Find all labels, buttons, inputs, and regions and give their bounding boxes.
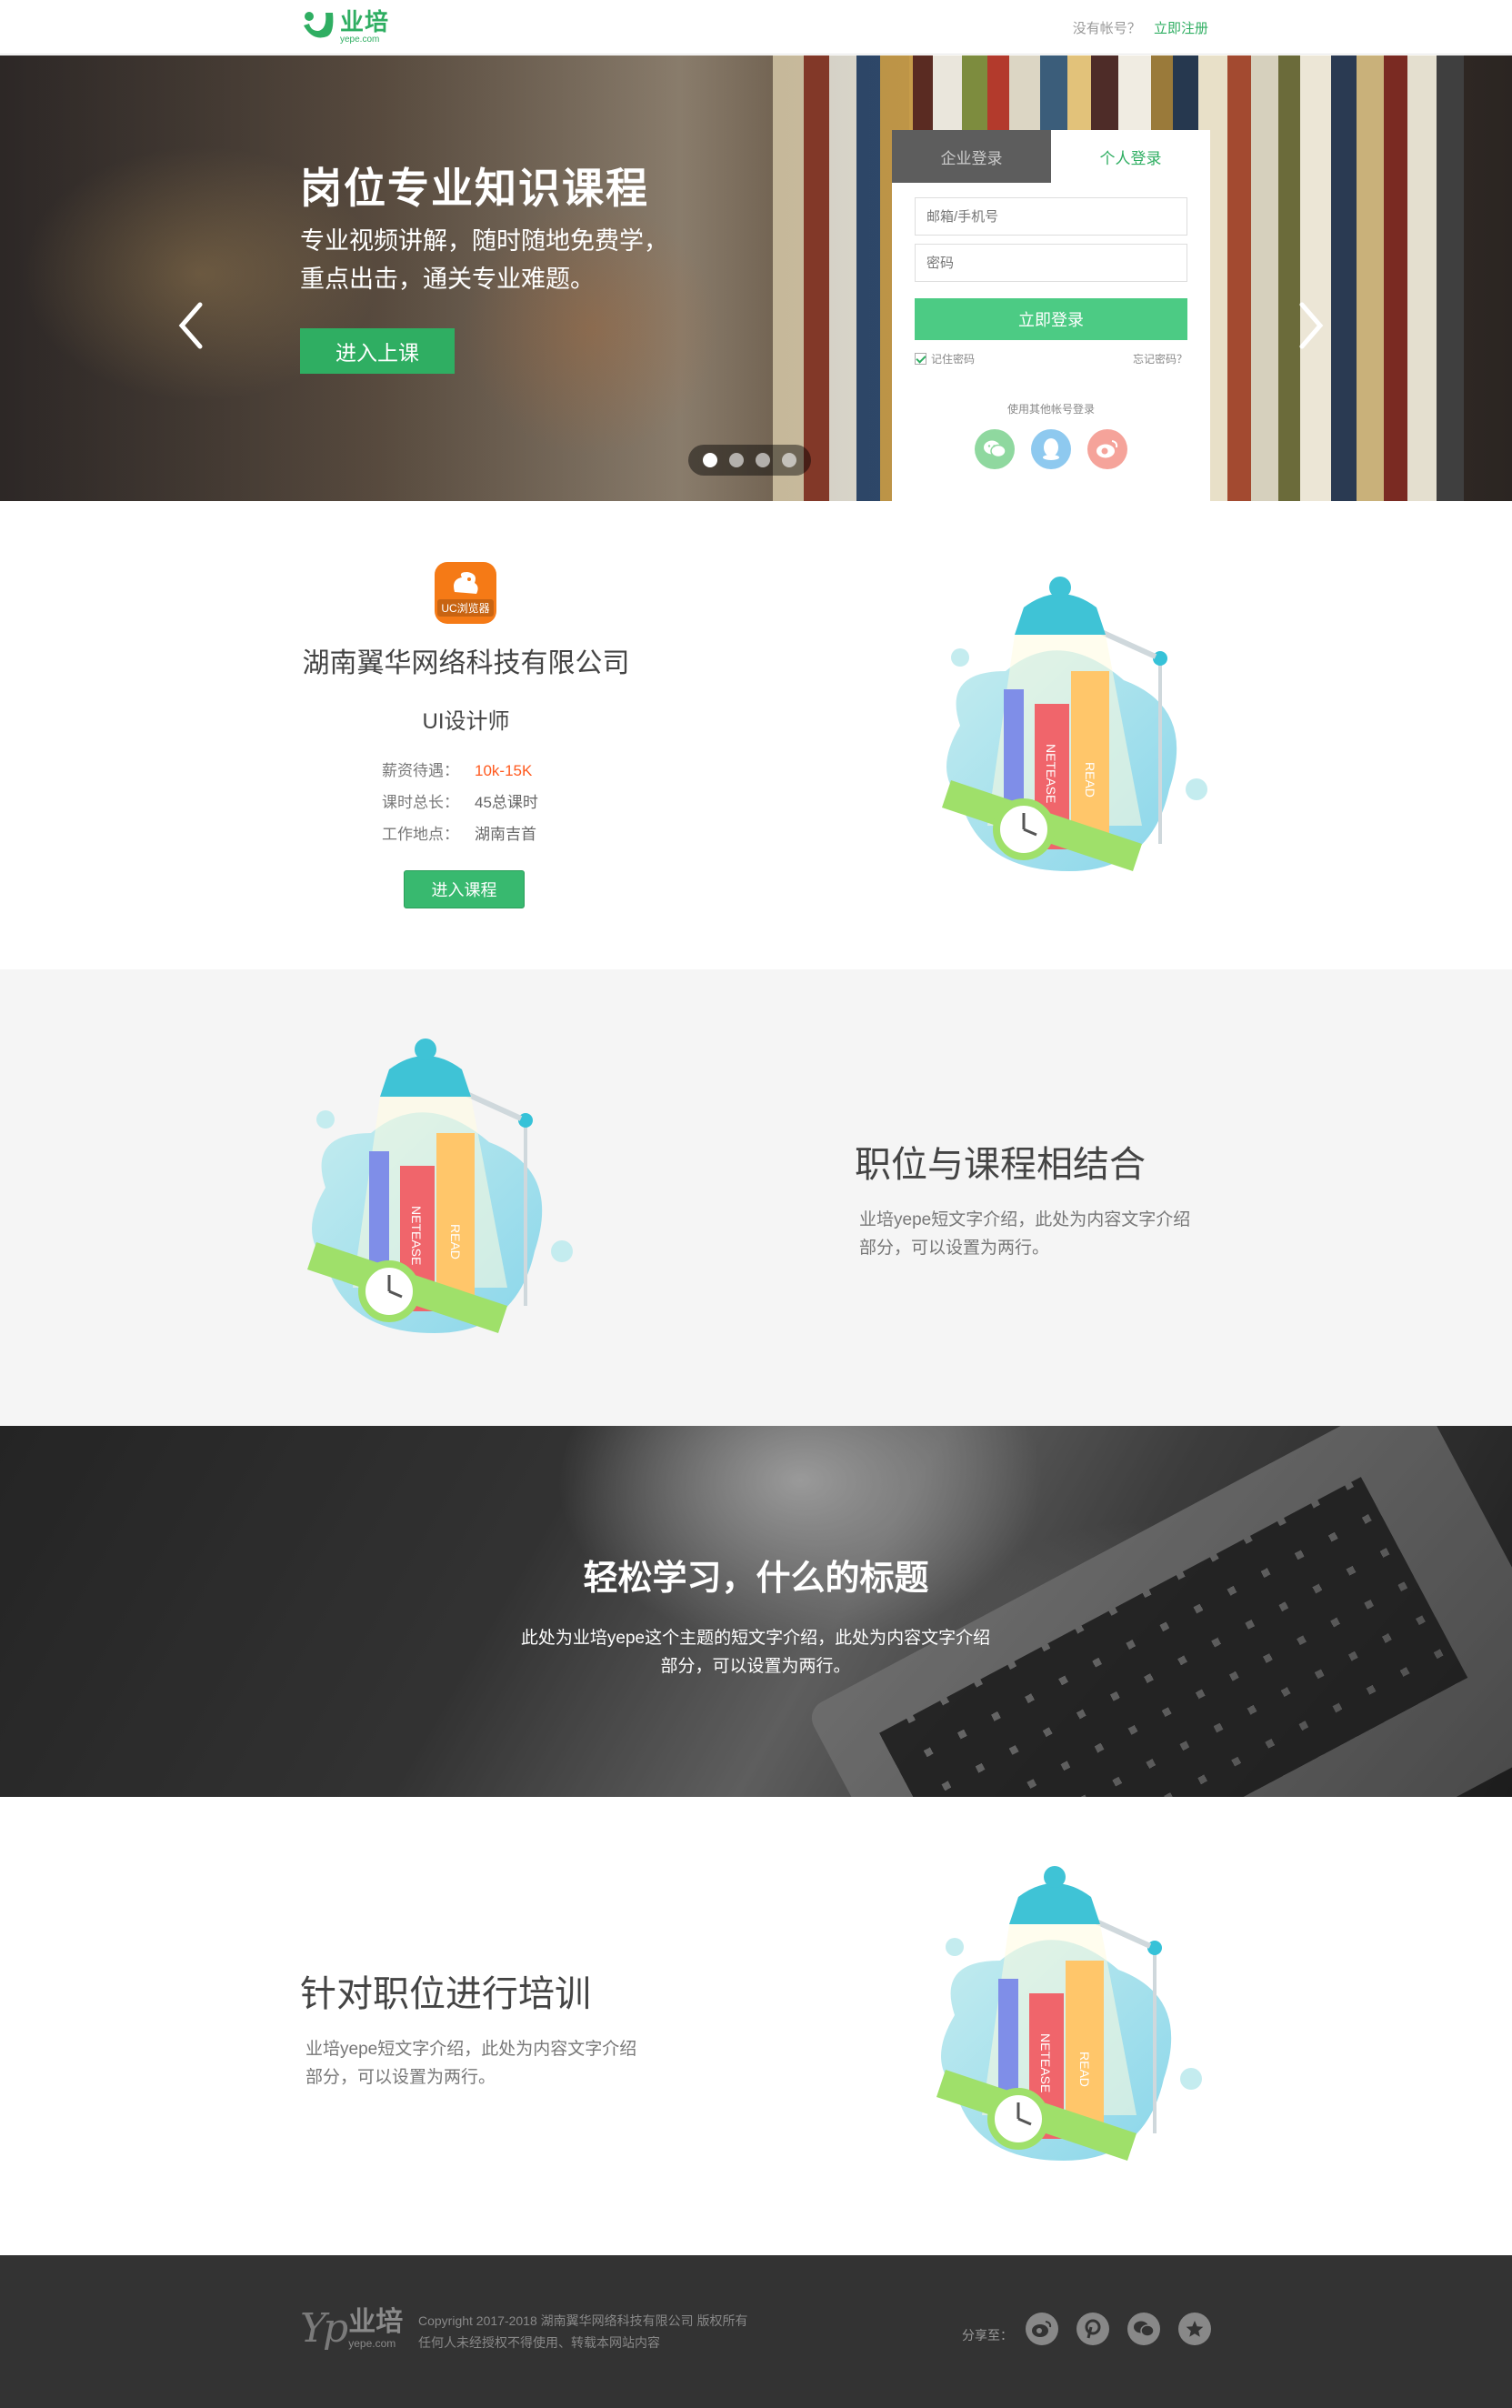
- slide-dot[interactable]: [703, 453, 718, 467]
- feature-description-line: 业培yepe短文字介绍，此处为内容文字介绍: [305, 2040, 637, 2059]
- feature-description-line: 部分，可以设置为两行。: [859, 1239, 1050, 1258]
- feature-description: 业培yepe短文字介绍，此处为内容文字介绍 部分，可以设置为两行。: [859, 1206, 1241, 1262]
- study-illustration: NETEASE READ: [918, 1861, 1209, 2206]
- other-login-label: 使用其他帐号登录: [1006, 403, 1095, 416]
- footer-logo-mark: Yp: [300, 2305, 348, 2352]
- footer-logo[interactable]: Yp 业培 yepe.com: [300, 2305, 403, 2352]
- book-label: NETEASE: [1038, 2033, 1053, 2092]
- footer-logo-title: 业培: [348, 2306, 404, 2337]
- footer-logo-domain: yepe.com: [348, 2336, 396, 2350]
- copyright-text: Copyright 2017-2018 湖南翼华网络科技有限公司 版权所有: [418, 2313, 748, 2328]
- hero-subtitle: 专业视频讲解，随时随地免费学， 重点出击，通关专业难题。: [300, 223, 736, 299]
- logo-domain: yepe.com: [340, 35, 380, 45]
- salary-label: 薪资待遇：: [382, 762, 459, 779]
- next-slide-arrow-icon[interactable]: [1293, 294, 1329, 357]
- feature-title: 职位与课程相结合: [855, 1145, 1146, 1185]
- weibo-icon[interactable]: [1026, 2313, 1058, 2345]
- copyright: Copyright 2017-2018 湖南翼华网络科技有限公司 版权所有 任何…: [418, 2310, 748, 2353]
- location-label: 工作地点：: [382, 826, 459, 843]
- copyright-notice: 任何人未经授权不得使用、转载本网站内容: [418, 2335, 660, 2350]
- hours-value: 45总课时: [475, 794, 538, 811]
- banner-description-line: 部分，可以设置为两行。: [660, 1657, 851, 1676]
- job-details: 薪资待遇： 10k-15K 课时总长： 45总课时 工作地点： 湖南吉首: [382, 755, 538, 850]
- register-link[interactable]: 立即注册: [1154, 21, 1208, 36]
- job-title: UI设计师: [422, 709, 510, 734]
- study-illustration: NETEASE READ: [289, 1033, 580, 1379]
- book-label: READ: [1077, 2052, 1092, 2087]
- feature-title: 针对职位进行培训: [300, 1974, 591, 2014]
- wechat-icon[interactable]: [975, 429, 1015, 469]
- book-label: READ: [1083, 762, 1097, 798]
- checkbox-checked-icon: [915, 353, 926, 365]
- banner-description-line: 此处为业培yepe这个主题的短文字介绍，此处为内容文字介绍: [520, 1629, 991, 1648]
- feature-section: [0, 969, 1512, 1426]
- share-label: 分享至：: [962, 2328, 1013, 2343]
- qq-icon[interactable]: [1031, 429, 1071, 469]
- feature-description: 业培yepe短文字介绍，此处为内容文字介绍 部分，可以设置为两行。: [305, 2035, 687, 2092]
- company-logo-label: UC浏览器: [437, 598, 494, 617]
- hero-title: 岗位专业知识课程: [300, 164, 649, 213]
- slide-indicator: [688, 445, 811, 476]
- site-header: 业培 yepe.com 没有帐号？ 立即注册: [0, 0, 1512, 55]
- company-logo: UC浏览器: [435, 562, 496, 624]
- slide-dot[interactable]: [755, 453, 770, 467]
- hours-label: 课时总长：: [382, 794, 459, 811]
- account-input[interactable]: [915, 197, 1187, 236]
- logo-title: 业培: [340, 8, 390, 35]
- login-panel: 企业登录 个人登录 立即登录 记住密码 忘记密码？ 使用其他帐号登录: [892, 130, 1210, 501]
- book-label: NETEASE: [409, 1206, 424, 1265]
- password-input[interactable]: [915, 244, 1187, 282]
- hero-subtitle-line: 重点出击，通关专业难题。: [300, 266, 595, 294]
- company-name: 湖南翼华网络科技有限公司: [302, 648, 630, 678]
- favorite-icon[interactable]: [1178, 2313, 1211, 2345]
- squirrel-icon: [454, 571, 478, 594]
- no-account-text: 没有帐号？: [1072, 21, 1141, 36]
- hero-banner: 岗位专业知识课程 专业视频讲解，随时随地免费学， 重点出击，通关专业难题。 进入…: [0, 55, 1512, 501]
- logo-person-icon: [300, 9, 336, 45]
- book-label: NETEASE: [1044, 744, 1058, 803]
- login-submit-button[interactable]: 立即登录: [915, 298, 1187, 340]
- hero-subtitle-line: 专业视频讲解，随时随地免费学，: [300, 227, 668, 256]
- prev-slide-arrow-icon[interactable]: [173, 294, 209, 357]
- salary-value: 10k-15K: [475, 762, 533, 779]
- laptop-photo-banner: 轻松学习，什么的标题 此处为业培yepe这个主题的短文字介绍，此处为内容文字介绍…: [0, 1426, 1512, 1797]
- pinterest-icon[interactable]: [1076, 2313, 1109, 2345]
- wechat-icon[interactable]: [1127, 2313, 1160, 2345]
- weibo-icon[interactable]: [1087, 429, 1127, 469]
- site-footer: Yp 业培 yepe.com Copyright 2017-2018 湖南翼华网…: [0, 2255, 1512, 2408]
- remember-password-checkbox[interactable]: 记住密码: [915, 351, 975, 366]
- remember-password-label: 记住密码: [931, 353, 976, 366]
- banner-description: 此处为业培yepe这个主题的短文字介绍，此处为内容文字介绍 部分，可以设置为两行…: [483, 1624, 1028, 1681]
- site-logo[interactable]: 业培 yepe.com: [300, 5, 389, 49]
- forgot-password-link[interactable]: 忘记密码？: [1133, 351, 1187, 366]
- enter-class-button[interactable]: 进入上课: [300, 328, 455, 374]
- book-label: READ: [448, 1224, 463, 1259]
- study-illustration: NETEASE READ: [924, 571, 1215, 917]
- slide-dot[interactable]: [781, 453, 796, 467]
- tab-enterprise-login[interactable]: 企业登录: [892, 130, 1051, 183]
- banner-title: 轻松学习，什么的标题: [583, 1560, 929, 1598]
- enter-course-button[interactable]: 进入课程: [404, 870, 525, 908]
- slide-dot[interactable]: [729, 453, 745, 467]
- location-value: 湖南吉首: [475, 826, 536, 843]
- feature-description-line: 业培yepe短文字介绍，此处为内容文字介绍: [859, 1210, 1191, 1229]
- tab-personal-login[interactable]: 个人登录: [1051, 130, 1210, 183]
- feature-description-line: 部分，可以设置为两行。: [305, 2068, 496, 2087]
